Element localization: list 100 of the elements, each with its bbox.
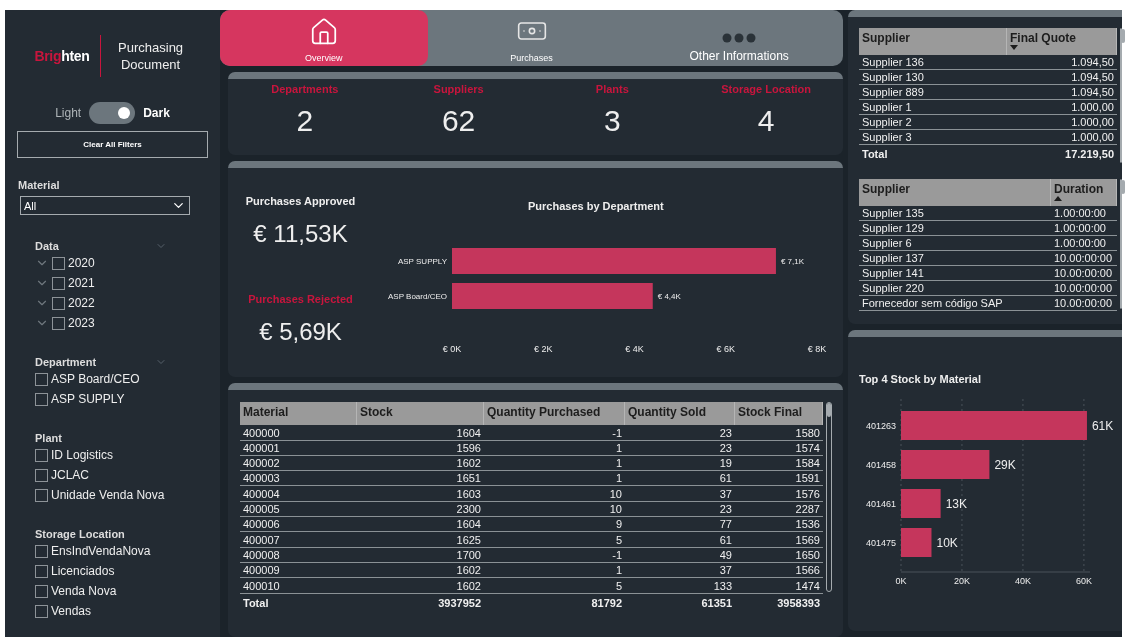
checkbox[interactable] [52,296,65,310]
value-label: 61K [1091,418,1114,433]
table-cell-text: 1.094,50 [1070,70,1115,84]
checkbox[interactable] [35,448,48,462]
document-title: Purchasing Document [117,39,185,73]
slicer-title: Data [35,240,59,252]
column-header[interactable]: Supplier [859,28,1007,55]
checkbox-label: JCLAC [51,468,89,482]
checkbox-label: Licenciados [51,564,115,578]
dots-icon [722,32,757,43]
column-header[interactable]: Stock Final [735,402,823,426]
checkbox[interactable] [35,604,48,618]
table-cell-text: 61 [718,532,733,547]
metric-value: € 11,53K [253,220,348,249]
column-header[interactable]: Supplier [859,179,1051,206]
column-header[interactable]: Duration [1051,179,1117,206]
tick-label: € 4K [625,344,644,355]
table-cell-text: 1 [614,563,623,578]
tick-label: € 2K [534,344,553,355]
table-cell-text: 1603 [455,486,482,501]
checkbox[interactable] [35,372,48,386]
column-header[interactable]: Final Quote [1007,28,1117,55]
table-cell-text: 10.00:00:00 [1053,251,1114,265]
theme-switch[interactable] [89,102,136,124]
checkbox-label: Unidade Venda Nova [51,488,165,502]
table-cell-text: -1 [611,425,623,440]
table-cell-text: 1 [614,440,623,455]
total-cell-text: 81792 [590,595,623,610]
total-cell-text: Total [861,147,889,161]
material-dropdown[interactable]: All [20,196,190,215]
table-cell-text: 5 [614,532,623,547]
checkbox[interactable] [52,256,65,270]
checkbox[interactable] [52,316,65,330]
table-cell-text: 1.000,00 [1070,115,1115,129]
table-cell-text: 1591 [794,471,821,486]
checkbox-label: ID Logistics [51,448,114,462]
checkbox[interactable] [35,564,48,578]
table-cell-text: 1602 [455,456,482,471]
checkbox-label: ASP Board/CEO [51,372,140,386]
checkbox-label: Venda Nova [51,584,117,598]
chart-title: Top 4 Stock by Material [859,373,983,385]
total-cell-text: 61351 [700,595,733,610]
column-header[interactable]: Material [240,402,357,426]
scrollbar[interactable] [1120,179,1122,309]
table-cell-text: 1.094,50 [1070,85,1115,99]
tick-label: € 8K [807,344,827,355]
axis-label: 401263 [865,420,896,431]
checkbox[interactable] [35,544,48,558]
tick-label: 0K [895,576,907,585]
clear-filters-button[interactable]: Clear All Filters [17,131,208,158]
table-cell-text: Supplier 135 [861,206,925,220]
slicer-title: Plant [35,432,62,444]
checkbox[interactable] [35,392,48,406]
axis-label: 401461 [865,498,896,509]
total-cell-text: Total [242,595,270,610]
table-cell-text: 1574 [794,440,821,455]
checkbox[interactable] [35,584,48,598]
table-cell-text: 400010 [242,578,281,593]
scrollbar[interactable] [1120,28,1122,163]
value-label: 13K [945,496,967,511]
table-cell-text: 400000 [242,425,281,440]
toggle-label: Dark [143,106,170,120]
table-cell-text: 2300 [455,502,482,517]
table-cell-text: 1700 [455,547,482,562]
checkbox[interactable] [35,468,48,482]
tick-label: € 0K [442,344,462,355]
table-cell-text: Supplier 130 [861,70,925,84]
table-cell-text: 1569 [794,532,821,547]
table-cell-text: 1536 [794,517,821,532]
table-cell-text: 1.00:00:00 [1053,221,1107,235]
column-header[interactable]: Stock [357,402,484,426]
column-header[interactable]: Quantity Purchased [484,402,625,426]
checkbox-label: 2021 [68,276,95,290]
checkbox[interactable] [52,276,65,290]
table-cell-text: 1.094,50 [1070,55,1115,69]
table-cell-text: 2287 [794,502,821,517]
checkbox[interactable] [35,488,48,502]
nav-tab[interactable]: Other Informations [635,10,843,66]
column-header[interactable]: Quantity Sold [625,402,735,426]
nav-tab[interactable]: Overview [220,10,428,66]
kpi-label: Storage Location [721,82,812,95]
table-cell-text: 37 [718,563,733,578]
table-cell-text: 77 [718,517,733,532]
table-cell-text: 9 [614,517,623,532]
value-label: 29K [994,457,1016,472]
table-cell-text: 1602 [455,563,482,578]
table-cell-text: Supplier 129 [861,221,925,235]
table-cell-text: 19 [718,456,733,471]
table-cell-text: 400005 [242,502,281,517]
table-cell-text: 400003 [242,471,281,486]
table-cell-text: 1.00:00:00 [1053,236,1107,250]
total-cell-text: 17.219,50 [1064,147,1115,161]
checkbox-label: 2023 [68,316,95,330]
toggle-label: Light [55,106,82,120]
table-cell-text: 1566 [794,563,821,578]
table-cell-text: 1651 [455,471,482,486]
table-cell-text: Fornecedor sem código SAP [861,296,1004,310]
table-cell-text: 1 [614,471,623,486]
nav-tab[interactable]: Purchases [427,10,636,66]
table-cell-text: 1596 [455,440,482,455]
